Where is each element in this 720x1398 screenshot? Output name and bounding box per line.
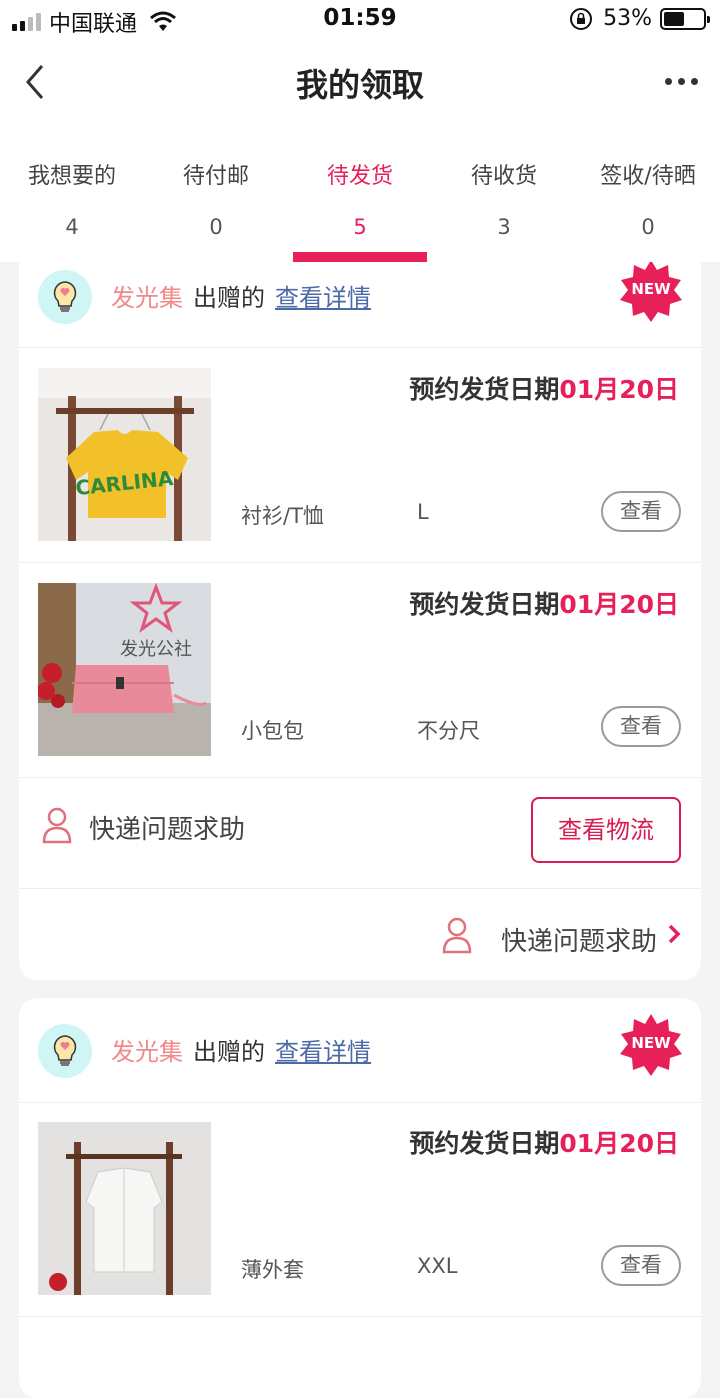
tab-count: 3 [497, 215, 511, 239]
tab-4[interactable]: 签收/待晒 0 [576, 124, 720, 262]
tab-label: 签收/待晒 [600, 164, 696, 189]
new-badge: NEW [619, 1014, 683, 1078]
person-icon [442, 917, 472, 954]
order-card: 发光集 出赠的 查看详情 NEW 预约发货日期01月20日 薄外套 XXL 查看 [19, 998, 701, 1398]
rotation-lock-icon [570, 7, 593, 30]
item-category: 小包包 [241, 719, 304, 743]
delivery-help-row: 快递问题求助 查看物流 [19, 778, 701, 889]
order-card: 发光集 出赠的 查看详情 NEW CARLINA 预约发货日期01月20日 衬衫… [19, 230, 701, 980]
tab-1[interactable]: 待付邮 0 [144, 124, 288, 262]
item-size: 不分尺 [417, 719, 480, 743]
view-logistics-button[interactable]: 查看物流 [531, 797, 681, 863]
product-image-white-jacket[interactable] [38, 1122, 211, 1295]
item-category: 衬衫/T恤 [241, 504, 324, 528]
delivery-help-link[interactable]: 快递问题求助 [19, 889, 701, 980]
active-tab-indicator [293, 252, 427, 262]
status-bar: 中国联通 01:59 53% [0, 0, 720, 40]
tab-label: 待发货 [326, 164, 393, 189]
svg-text:发光公社: 发光公社 [120, 639, 192, 660]
order-header: 发光集 出赠的 查看详情 NEW [19, 998, 701, 1103]
order-source: 发光集 出赠的 查看详情 [111, 278, 371, 313]
product-image-pink-handbag[interactable]: 发光公社 [38, 583, 211, 756]
ship-date: 预约发货日期01月20日 [409, 1129, 679, 1158]
tab-label: 待付邮 [182, 164, 249, 189]
tab-count: 5 [353, 215, 367, 239]
nav-bar: 我的领取 [0, 40, 720, 124]
brand-name[interactable]: 发光集 [111, 1032, 183, 1067]
order-item: CARLINA 预约发货日期01月20日 衬衫/T恤 L 查看 [19, 348, 701, 563]
tab-2[interactable]: 待发货 5 [288, 124, 432, 262]
tab-label: 我想要的 [27, 164, 116, 189]
chevron-right-icon [668, 924, 681, 944]
wifi-icon [150, 11, 176, 31]
lightbulb-icon [38, 270, 92, 324]
back-arrow-icon[interactable] [20, 62, 50, 102]
page-title: 我的领取 [295, 66, 424, 104]
product-image-yellow-tshirt[interactable]: CARLINA [38, 368, 211, 541]
order-item: 发光公社 预约发货日期01月20日 小包包 不分尺 查看 [19, 563, 701, 778]
new-badge: NEW [619, 260, 683, 324]
more-options-icon[interactable] [665, 78, 698, 85]
order-source: 发光集 出赠的 查看详情 [111, 1032, 371, 1067]
gift-label: 出赠的 [193, 1038, 265, 1066]
tab-label: 待收货 [470, 164, 537, 189]
delivery-help-link-label[interactable]: 快递问题求助 [501, 921, 657, 958]
tab-3[interactable]: 待收货 3 [432, 124, 576, 262]
view-details-link[interactable]: 查看详情 [275, 278, 371, 313]
view-item-button[interactable]: 查看 [601, 491, 681, 532]
battery-percent: 53% [603, 6, 652, 31]
item-size: XXL [417, 1254, 458, 1278]
view-details-link[interactable]: 查看详情 [275, 1032, 371, 1067]
view-item-button[interactable]: 查看 [601, 706, 681, 747]
battery-icon [660, 7, 710, 30]
ship-date: 预约发货日期01月20日 [409, 375, 679, 404]
brand-name[interactable]: 发光集 [111, 278, 183, 313]
tab-0[interactable]: 我想要的 4 [0, 124, 144, 262]
item-size: L [417, 500, 429, 524]
signal-icon [12, 13, 41, 31]
ship-date: 预约发货日期01月20日 [409, 590, 679, 619]
tab-count: 4 [65, 215, 79, 239]
lightbulb-icon [38, 1024, 92, 1078]
person-icon [42, 807, 72, 844]
delivery-help-label[interactable]: 快递问题求助 [89, 809, 245, 846]
tab-count: 0 [209, 215, 223, 239]
order-item: 预约发货日期01月20日 薄外套 XXL 查看 [19, 1102, 701, 1317]
gift-label: 出赠的 [193, 284, 265, 312]
order-status-tabs: 我想要的 4 待付邮 0 待发货 5 待收货 3 签收/待晒 0 [0, 124, 720, 262]
tab-count: 0 [641, 215, 655, 239]
carrier-label: 中国联通 [49, 12, 138, 37]
